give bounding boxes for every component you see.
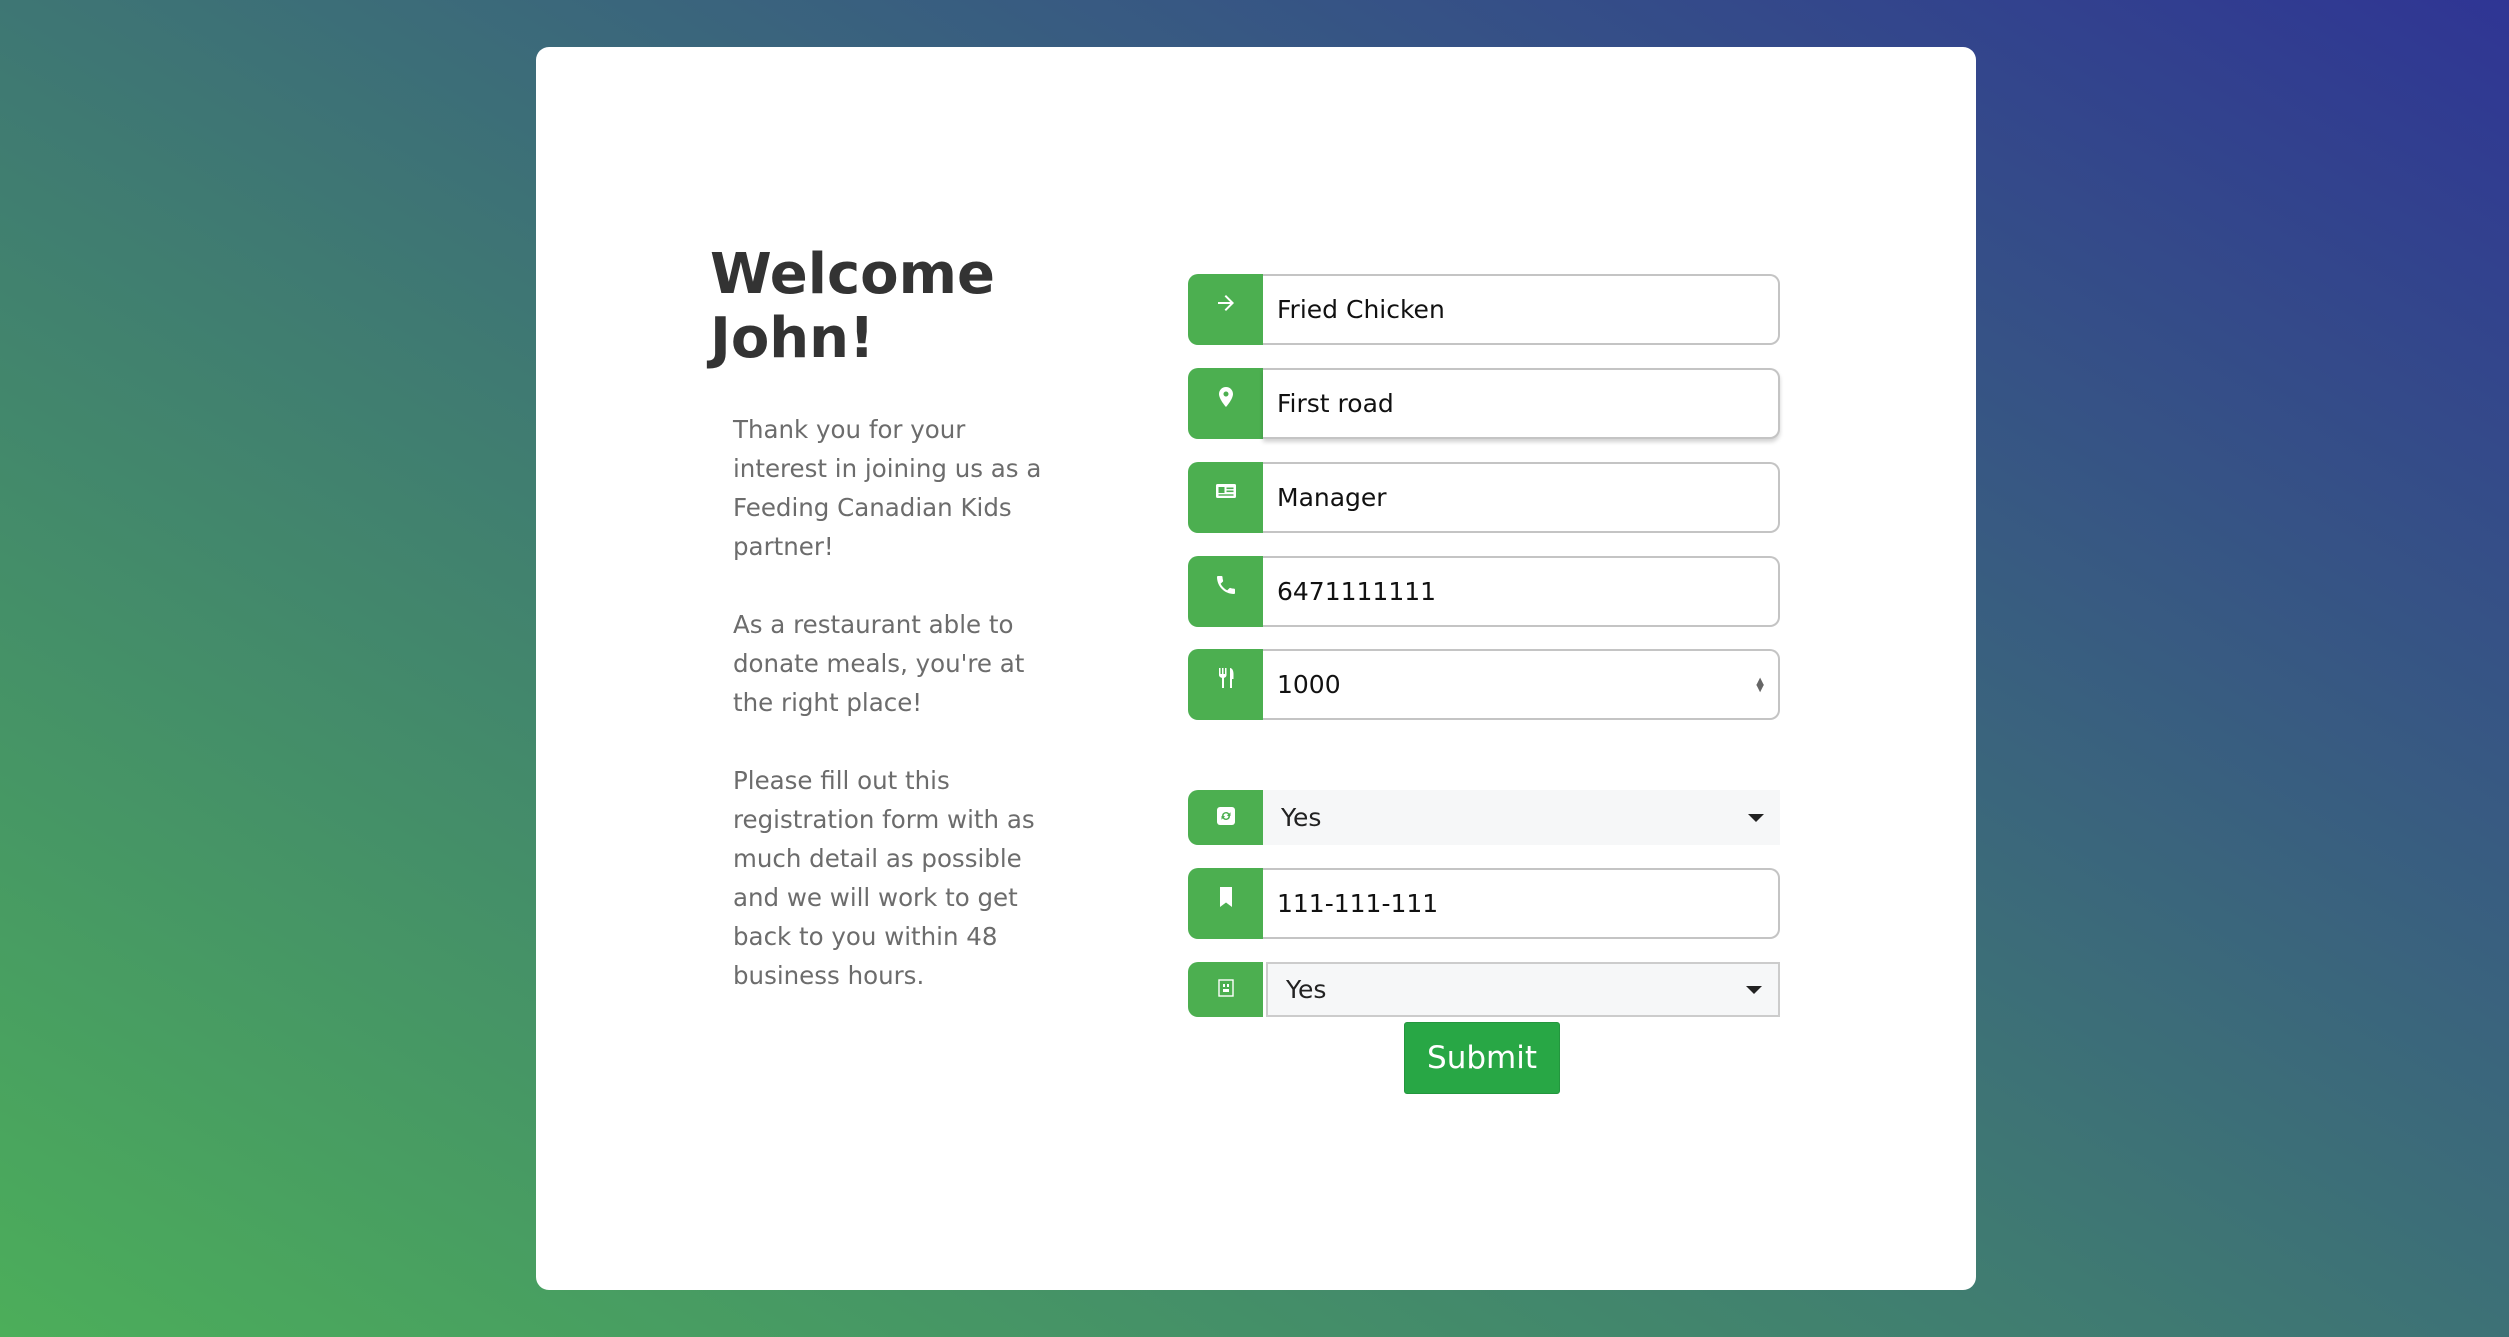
position-input[interactable]: Manager [1263,462,1780,533]
welcome-heading: Welcome John! [710,242,995,371]
delivery-value: Yes [1281,803,1322,832]
restaurant-name-value: Fried Chicken [1277,295,1445,324]
intro-text: Thank you for your interest in joining u… [733,410,1063,1034]
address-row: First road [1188,368,1780,439]
address-input[interactable]: First road [1263,368,1780,439]
id-card-icon [1188,462,1263,533]
intro-paragraph-2: As a restaurant able to donate meals, yo… [733,610,1025,717]
restaurant-name-input[interactable]: Fried Chicken [1263,274,1780,345]
address-value: First road [1277,389,1394,418]
phone-input[interactable]: 6471111111 [1263,556,1780,627]
delivery-icon [1188,790,1263,845]
map-marker-icon [1188,368,1263,439]
calendar-icon [1188,962,1263,1017]
bookmark-icon [1188,868,1263,939]
availability-row: Yes [1188,962,1780,1017]
meals-row: 1000 ▲ ▼ [1188,649,1780,720]
chevron-down-icon [1746,985,1762,994]
registration-card: Welcome John! Thank you for your interes… [536,47,1976,1290]
phone-icon [1188,556,1263,627]
phone-row: 6471111111 [1188,556,1780,627]
number-spinner[interactable]: ▲ ▼ [1756,676,1764,693]
intro-paragraph-1: Thank you for your interest in joining u… [733,415,1042,561]
submit-button[interactable]: Submit [1404,1022,1560,1094]
intro-paragraph-3: Please fill out this registration form w… [733,766,1035,990]
registration-number-value: 111-111-111 [1277,889,1439,918]
restaurant-name-row: Fried Chicken [1188,274,1780,345]
meals-input[interactable]: 1000 ▲ ▼ [1263,649,1780,720]
meals-value: 1000 [1277,670,1341,699]
arrow-right-icon [1188,274,1263,345]
availability-value: Yes [1286,975,1327,1004]
delivery-select[interactable]: Yes [1263,790,1780,845]
registration-number-row: 111-111-111 [1188,868,1780,939]
position-value: Manager [1277,483,1387,512]
phone-value: 6471111111 [1277,577,1437,606]
registration-number-input[interactable]: 111-111-111 [1263,868,1780,939]
delivery-row: Yes [1188,790,1780,845]
availability-select[interactable]: Yes [1266,962,1780,1017]
utensils-icon [1188,649,1263,720]
position-row: Manager [1188,462,1780,533]
chevron-down-icon [1748,813,1764,822]
